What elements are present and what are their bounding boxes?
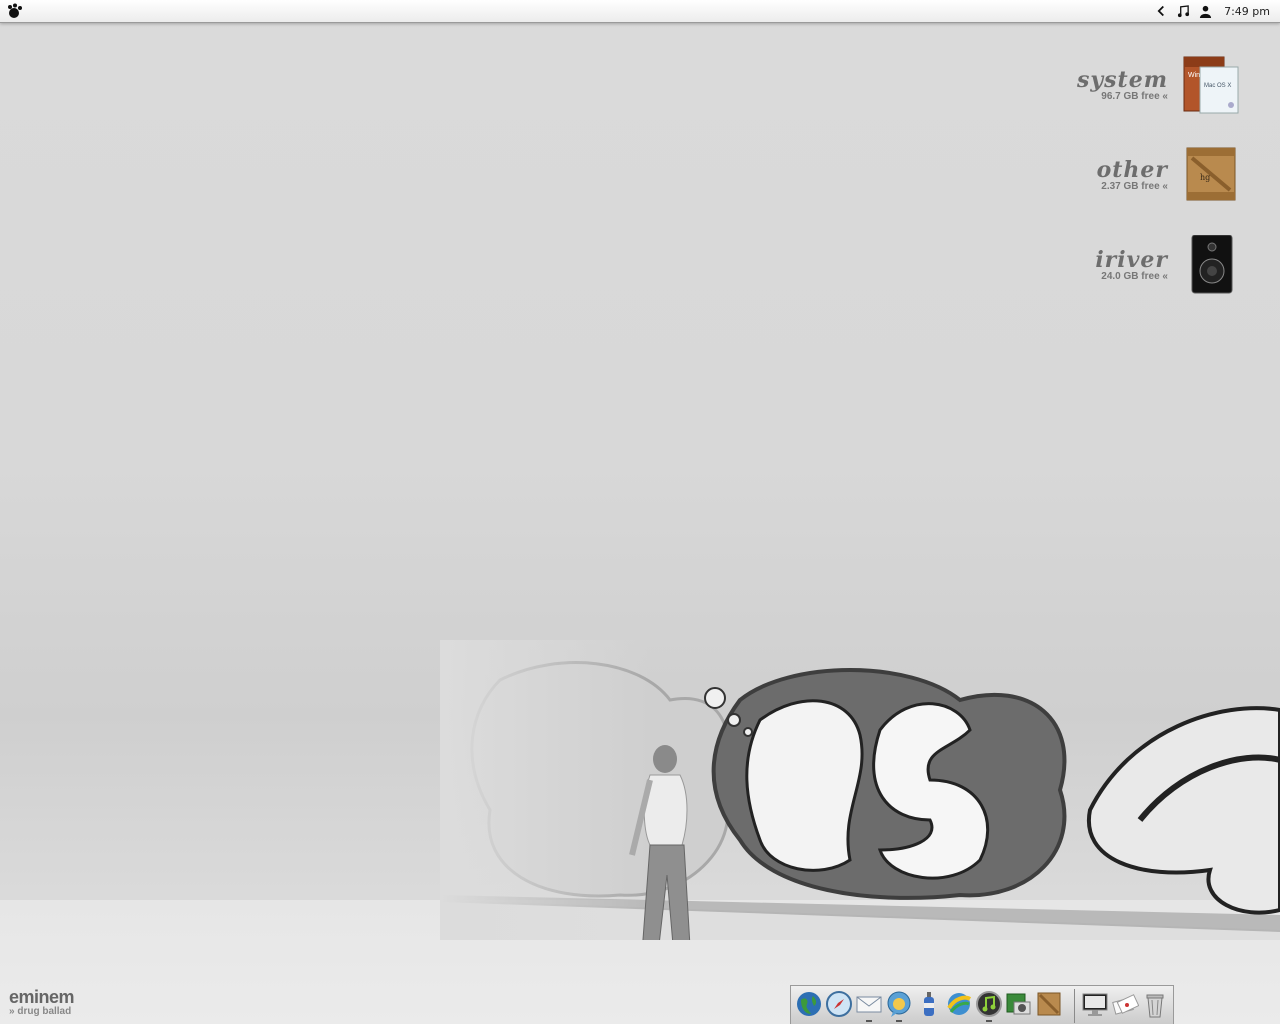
- svg-text:Win: Win: [1188, 72, 1200, 79]
- wooden-crate-icon[interactable]: hg: [1182, 145, 1240, 207]
- music-note-icon[interactable]: [1176, 4, 1190, 18]
- dock: [790, 985, 1174, 1024]
- running-indicator: [866, 1020, 872, 1022]
- globe-icon[interactable]: [795, 990, 823, 1020]
- chevron-left-icon[interactable]: [1154, 4, 1168, 18]
- drive-free-space: 2.37 GB free «: [1101, 181, 1168, 192]
- iphoto-icon[interactable]: [1005, 990, 1033, 1020]
- trash-icon[interactable]: [1141, 990, 1169, 1020]
- network-icon[interactable]: [945, 990, 973, 1020]
- user-icon[interactable]: [1198, 4, 1212, 18]
- safari-compass-icon[interactable]: [825, 990, 853, 1020]
- wallpaper-caption: eminem » drug ballad: [9, 987, 75, 1018]
- drive-other[interactable]: other 2.37 GB free « hg: [1097, 145, 1240, 207]
- speaker-icon[interactable]: [1182, 234, 1240, 297]
- drive-name: system: [1077, 67, 1168, 93]
- mail-icon[interactable]: [855, 990, 883, 1022]
- drive-name: other: [1096, 157, 1168, 183]
- crate-icon[interactable]: [1035, 990, 1063, 1020]
- menu-clock[interactable]: 7:49 pm: [1224, 5, 1270, 18]
- monitor-icon[interactable]: [1081, 990, 1109, 1020]
- ichat-icon[interactable]: [885, 990, 913, 1022]
- menu-bar: 7:49 pm: [0, 0, 1280, 23]
- paw-logo-icon[interactable]: [6, 3, 24, 19]
- drive-iriver[interactable]: iriver 24.0 GB free «: [1095, 234, 1240, 297]
- graffiti-wallpaper: [440, 640, 1280, 981]
- caption-title: eminem: [9, 987, 75, 1007]
- install-disc-icon[interactable]: Win Mac OS X: [1182, 55, 1240, 117]
- svg-text:hg: hg: [1200, 173, 1210, 182]
- running-indicator: [986, 1020, 992, 1022]
- drive-name: iriver: [1095, 247, 1168, 273]
- bottle-icon[interactable]: [915, 990, 943, 1020]
- svg-text:Mac OS X: Mac OS X: [1204, 83, 1231, 89]
- running-indicator: [896, 1020, 902, 1022]
- drive-system[interactable]: system 96.7 GB free « Win Mac OS X: [1077, 55, 1240, 117]
- mail-stack-icon[interactable]: [1111, 990, 1140, 1020]
- dock-separator: [1074, 989, 1075, 1023]
- drive-free-space: 24.0 GB free «: [1101, 271, 1168, 282]
- caption-subtitle: » drug ballad: [9, 1006, 72, 1017]
- itunes-icon[interactable]: [975, 990, 1003, 1022]
